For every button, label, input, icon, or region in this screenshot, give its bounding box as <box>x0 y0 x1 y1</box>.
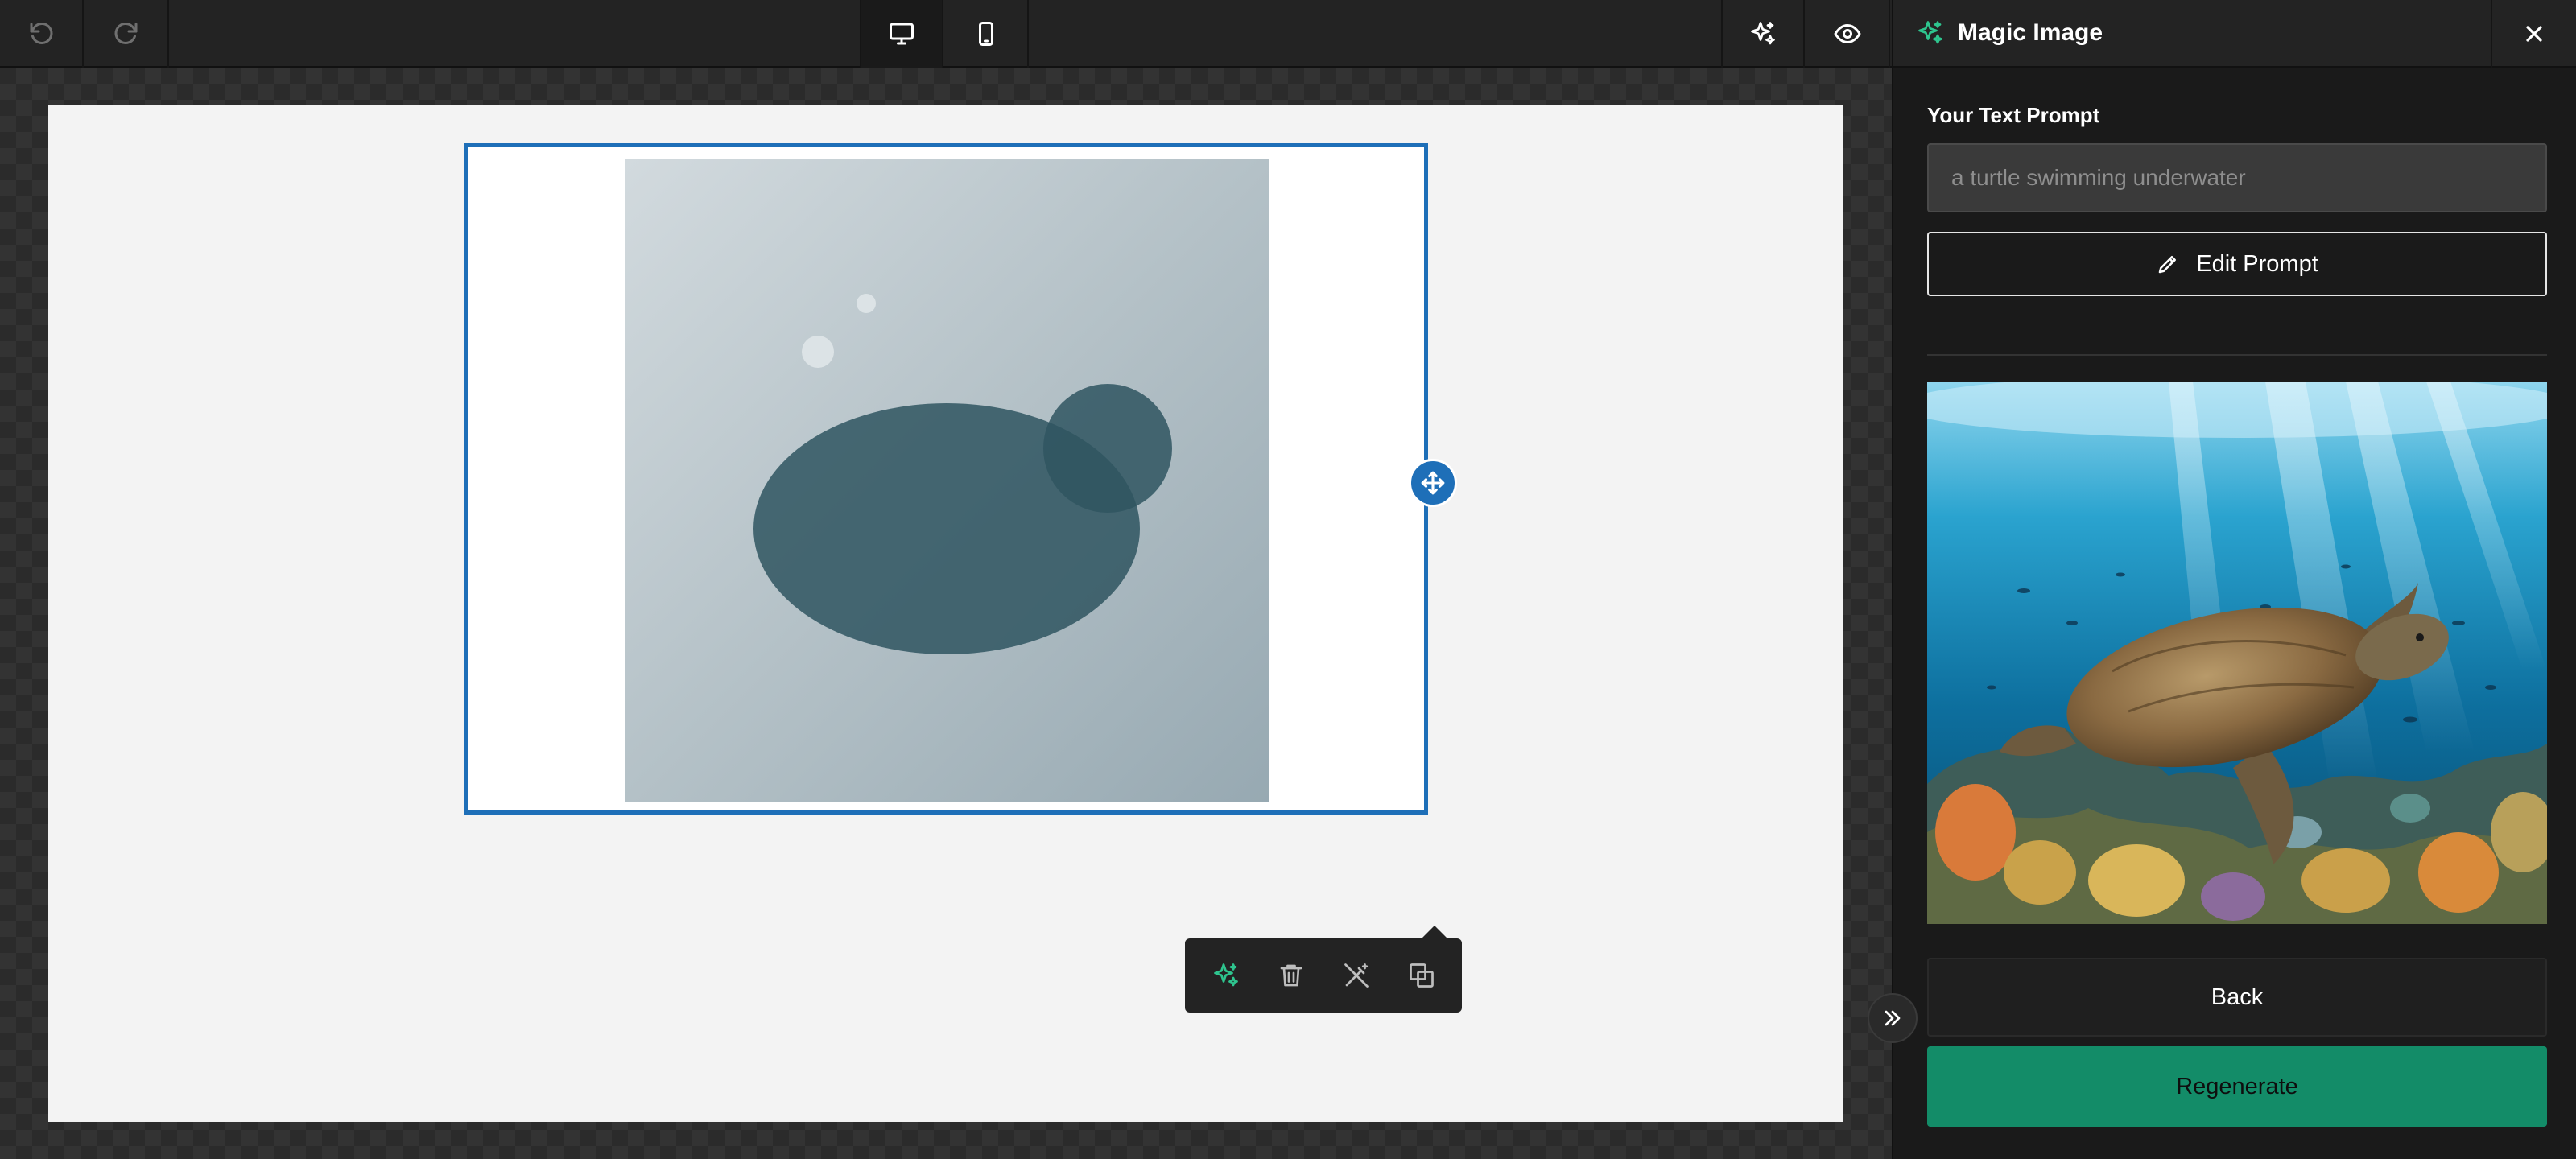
pencil-icon <box>2159 256 2177 274</box>
panel-header: Magic Image <box>1893 0 2576 68</box>
edit-prompt-label: Edit Prompt <box>2196 250 2318 277</box>
page-canvas[interactable] <box>48 105 1843 1122</box>
back-button[interactable]: Back <box>1927 958 2547 1037</box>
duplicate-button[interactable] <box>1393 947 1450 1004</box>
preview-button[interactable] <box>1806 0 1890 68</box>
move-handle[interactable] <box>1409 459 1457 507</box>
magic-image-panel: Magic Image Your Text Prompt Edit Prompt <box>1892 0 2576 1159</box>
sparkle-icon <box>1751 22 1775 45</box>
close-icon <box>2526 26 2542 42</box>
chevrons-right-icon <box>1885 1010 1901 1026</box>
undo-button[interactable] <box>0 0 84 68</box>
prompt-input[interactable] <box>1927 143 2547 212</box>
delete-button[interactable] <box>1263 947 1319 1004</box>
magic-button[interactable] <box>1721 0 1805 68</box>
prompt-label: Your Text Prompt <box>1927 103 2100 127</box>
selected-image-block[interactable] <box>464 143 1428 815</box>
turtle-placeholder-graphic <box>753 294 1172 654</box>
top-toolbar <box>0 0 1892 68</box>
collapse-panel-button[interactable] <box>1868 993 1918 1043</box>
generated-image[interactable] <box>1927 382 2547 924</box>
regenerate-button[interactable]: Regenerate <box>1927 1046 2547 1127</box>
desktop-view-button[interactable] <box>860 0 943 68</box>
mobile-icon <box>979 22 993 46</box>
desktop-icon <box>890 23 914 45</box>
eye-icon <box>1834 24 1861 43</box>
magic-generate-button[interactable] <box>1198 947 1254 1004</box>
redo-button[interactable] <box>85 0 169 68</box>
close-panel-button[interactable] <box>2491 0 2576 68</box>
move-icon <box>1421 471 1445 495</box>
block-toolbar <box>1185 926 1462 1013</box>
trash-icon <box>1280 964 1302 987</box>
magic-wand-off-icon <box>1344 963 1368 988</box>
panel-divider <box>1927 354 2547 356</box>
undo-icon <box>30 23 53 44</box>
magic-edit-button[interactable] <box>1328 947 1385 1004</box>
underwater-turtle-image <box>1927 382 2547 924</box>
sparkle-icon <box>1918 21 1942 44</box>
duplicate-icon <box>1409 963 1434 988</box>
edit-prompt-button[interactable]: Edit Prompt <box>1927 232 2547 296</box>
panel-title: Magic Image <box>1958 19 2103 46</box>
canvas-workspace <box>0 68 1892 1159</box>
redo-icon <box>114 23 138 44</box>
mobile-view-button[interactable] <box>945 0 1029 68</box>
image-placeholder <box>625 159 1269 802</box>
sparkle-icon <box>1213 963 1238 987</box>
